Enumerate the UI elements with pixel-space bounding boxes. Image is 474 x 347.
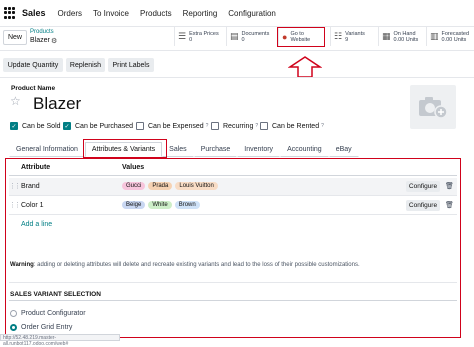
- update-quantity-button[interactable]: Update Quantity: [3, 58, 63, 72]
- print-labels-button[interactable]: Print Labels: [108, 58, 154, 72]
- value-tag: Prada: [148, 182, 173, 190]
- camera-add-icon: [419, 97, 448, 119]
- favorite-star-icon[interactable]: ☆: [10, 94, 21, 108]
- column-header-attribute[interactable]: Attribute: [21, 164, 50, 171]
- value-tag: Brown: [174, 201, 200, 209]
- main-menu: Orders To Invoice Products Reporting Con…: [58, 9, 287, 18]
- drag-handle-icon[interactable]: ⋮⋮: [9, 201, 21, 209]
- menu-item-products[interactable]: Products: [140, 9, 172, 18]
- app-name[interactable]: Sales: [22, 8, 46, 18]
- tab-ebay[interactable]: eBay: [328, 142, 359, 157]
- attributes-table-header: Attribute Values: [9, 162, 457, 176]
- table-row[interactable]: ⋮⋮ Brand Gucci Prada Louis Vuitton Confi…: [9, 178, 457, 196]
- radio-empty-icon: [10, 310, 17, 317]
- action-bar: Update Quantity Replenish Print Labels: [0, 56, 474, 74]
- sales-variant-section-title: SALES VARIANT SELECTION: [10, 291, 101, 298]
- can-be-rented-checkbox[interactable]: Can be Rented?: [260, 122, 324, 130]
- values-tags[interactable]: Beige White Brown: [122, 201, 203, 209]
- configure-button[interactable]: Configure: [406, 181, 440, 192]
- document-icon: ▤: [230, 31, 239, 41]
- apps-menu-icon[interactable]: [4, 7, 16, 19]
- stat-documents[interactable]: ▤ Documents 0: [226, 27, 278, 46]
- radio-product-configurator[interactable]: Product Configurator: [10, 310, 86, 317]
- value-tag: Louis Vuitton: [175, 182, 218, 190]
- status-bar-url: http://52.48.219.master-all.runbot117.od…: [0, 334, 120, 347]
- product-name-label: Product Name: [11, 85, 56, 92]
- stat-extra-prices[interactable]: ☰ Extra Prices 0: [174, 27, 226, 46]
- replenish-button[interactable]: Replenish: [66, 58, 105, 72]
- values-tags[interactable]: Gucci Prada Louis Vuitton: [122, 182, 221, 190]
- tab-accounting[interactable]: Accounting: [280, 142, 329, 157]
- column-header-values[interactable]: Values: [122, 164, 144, 171]
- stat-forecasted[interactable]: ▥ Forecasted 0.00 Units: [426, 27, 474, 46]
- help-tooltip-icon[interactable]: ?: [206, 123, 209, 129]
- menu-item-reporting[interactable]: Reporting: [183, 9, 218, 18]
- can-be-purchased-checkbox[interactable]: ✓ Can be Purchased: [63, 122, 133, 130]
- trash-icon[interactable]: 🗑: [445, 182, 454, 190]
- checkbox-empty-icon: [211, 122, 219, 130]
- menu-item-to-invoice[interactable]: To Invoice: [93, 9, 129, 18]
- checkbox-checked-icon: ✓: [63, 122, 71, 130]
- divider: [9, 300, 457, 301]
- can-be-expensed-checkbox[interactable]: Can be Expensed?: [136, 122, 208, 130]
- value-tag: Beige: [122, 201, 146, 209]
- help-tooltip-icon[interactable]: ?: [255, 123, 258, 129]
- breadcrumb-current: Blazer: [30, 37, 50, 44]
- drag-handle-icon[interactable]: ⋮⋮: [9, 182, 21, 190]
- stat-on-hand[interactable]: ▦ On Hand 0.00 Units: [378, 27, 426, 46]
- form-tabs: General Information Attributes & Variant…: [9, 142, 359, 157]
- stat-variants[interactable]: ☷ Variants 9: [330, 27, 378, 46]
- cubes-icon: ▦: [382, 31, 391, 41]
- gear-icon[interactable]: ⚙: [51, 37, 57, 45]
- product-image-placeholder[interactable]: [410, 85, 456, 129]
- tab-inventory[interactable]: Inventory: [237, 142, 281, 157]
- value-tag: White: [148, 201, 172, 209]
- tab-general-information[interactable]: General Information: [9, 142, 85, 157]
- attribute-name[interactable]: Brand: [21, 183, 40, 190]
- recurring-checkbox[interactable]: Recurring?: [211, 122, 258, 130]
- checkbox-empty-icon: [260, 122, 268, 130]
- configure-button[interactable]: Configure: [406, 200, 440, 211]
- product-name-field[interactable]: Blazer: [33, 94, 81, 114]
- menu-item-orders[interactable]: Orders: [58, 9, 82, 18]
- radio-order-grid-entry[interactable]: Order Grid Entry: [10, 324, 72, 331]
- tab-highlight-box: [83, 139, 167, 158]
- help-tooltip-icon[interactable]: ?: [321, 123, 324, 129]
- checkbox-checked-icon: ✓: [10, 122, 18, 130]
- attribute-name[interactable]: Color 1: [21, 202, 44, 209]
- radio-selected-icon: [10, 324, 17, 331]
- new-button[interactable]: New: [3, 30, 27, 45]
- top-navbar: Sales Orders To Invoice Products Reporti…: [0, 0, 474, 27]
- trash-icon[interactable]: 🗑: [445, 201, 454, 209]
- warning-text: Warning: adding or deleting attributes w…: [10, 262, 360, 268]
- checkbox-empty-icon: [136, 122, 144, 130]
- add-line-link[interactable]: Add a line: [21, 221, 52, 228]
- breadcrumb-parent[interactable]: Products: [30, 29, 54, 35]
- website-highlight-box: [277, 27, 325, 47]
- value-tag: Gucci: [122, 182, 146, 190]
- can-be-sold-checkbox[interactable]: ✓ Can be Sold: [10, 122, 61, 130]
- divider: [9, 282, 457, 283]
- forecast-icon: ▥: [430, 31, 439, 41]
- table-row[interactable]: ⋮⋮ Color 1 Beige White Brown Configure 🗑: [9, 197, 457, 215]
- menu-item-configuration[interactable]: Configuration: [228, 9, 276, 18]
- variants-icon: ☷: [334, 31, 343, 41]
- tab-purchase[interactable]: Purchase: [193, 142, 238, 157]
- list-icon: ☰: [178, 31, 187, 41]
